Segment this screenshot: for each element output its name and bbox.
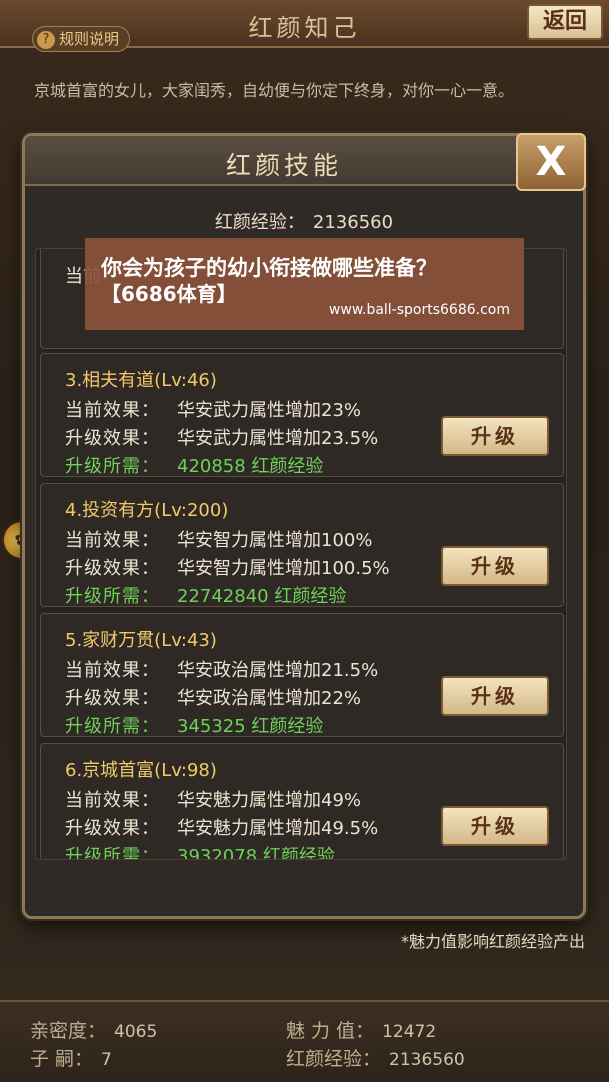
current-effect-label: 当前效果：	[65, 530, 160, 551]
upgrade-button[interactable]: 升级	[441, 676, 549, 716]
upgrade-button[interactable]: 升级	[441, 546, 549, 586]
next-effect-value: 华安智力属性增加100.5%	[177, 558, 390, 579]
skill-card: 3.相夫有道(Lv:46) 当前效果： 华安武力属性增加23% 升级效果： 华安武力…	[40, 353, 564, 477]
requirement-value: 345325 红颜经验	[177, 716, 324, 737]
charm-stat: 魅 力 值： 12472	[286, 1016, 436, 1043]
rules-button[interactable]: ? 规则说明	[32, 26, 131, 52]
requirement-label: 升级所需：	[65, 846, 160, 860]
next-effect-label: 升级效果：	[65, 428, 160, 449]
requirement-row: 升级所需： 420858 红颜经验	[65, 452, 323, 478]
current-effect-label: 当前效果：	[65, 790, 160, 811]
close-button[interactable]: X	[516, 133, 586, 191]
next-effect-label: 升级效果：	[65, 818, 160, 839]
question-icon: ?	[37, 31, 55, 49]
children-stat: 子 嗣： 7	[30, 1044, 112, 1071]
intimacy-label: 亲密度：	[30, 1020, 107, 1042]
next-effect-value: 华安魅力属性增加49.5%	[177, 818, 379, 839]
skill-title: 4.投资有方(Lv:200)	[65, 500, 229, 521]
requirement-value: 22742840 红颜经验	[177, 586, 347, 607]
dialog-exp-value: 2136560	[312, 212, 394, 233]
dialog-title: 红颜技能	[225, 151, 342, 180]
current-effect-value: 华安武力属性增加23%	[177, 400, 362, 421]
skill-card: 5.家财万贯(Lv:43) 当前效果： 华安政治属性增加21.5% 升级效果： 华安…	[40, 613, 564, 737]
exp-label: 红颜经验：	[286, 1048, 382, 1070]
rules-label: 规则说明	[59, 30, 120, 48]
skill-title: 5.家财万贯(Lv:43)	[65, 630, 217, 651]
requirement-label: 升级所需：	[65, 586, 160, 607]
intimacy-stat: 亲密度： 4065	[30, 1016, 157, 1043]
next-effect-label: 升级效果：	[65, 558, 160, 579]
next-effect-value: 华安政治属性增加22%	[177, 688, 362, 709]
upgrade-button[interactable]: 升级	[441, 806, 549, 846]
charm-label: 魅 力 值：	[286, 1020, 375, 1042]
requirement-label: 升级所需：	[65, 716, 160, 737]
current-effect-value: 华安智力属性增加100%	[177, 530, 373, 551]
skill-list[interactable]: 当前 3.相夫有道(Lv:46) 当前效果： 华安武力属性增加23% 升级效果：华…	[35, 248, 567, 860]
requirement-label: 升级所需：	[65, 456, 160, 477]
character-bio: 京城首富的女儿，大家闺秀，自幼便与你定下终身，对你一心一意。	[34, 81, 515, 100]
back-button[interactable]: 返回	[527, 4, 603, 40]
skill-title: 3.相夫有道(Lv:46)	[65, 370, 217, 391]
dialog-header: 红颜技能	[25, 136, 583, 186]
skill-title: 6.京城首富(Lv:98)	[65, 760, 217, 781]
next-effect-row: 升级效果： 华安武力属性增加23.5%	[65, 424, 378, 450]
upgrade-button[interactable]: 升级	[441, 416, 549, 456]
skill-card: 6.京城首富(Lv:98) 当前效果： 华安魅力属性增加49% 升级效果： 华安魅力…	[40, 743, 564, 860]
next-effect-row: 升级效果： 华安政治属性增加22%	[65, 684, 361, 710]
current-effect-row: 当前效果： 华安政治属性增加21.5%	[65, 656, 378, 682]
skill-card: 4.投资有方(Lv:200) 当前效果： 华安智力属性增加100% 升级效果： 华安…	[40, 483, 564, 607]
current-effect-value: 华安政治属性增加21.5%	[177, 660, 379, 681]
children-value: 7	[101, 1050, 112, 1070]
requirement-row: 升级所需： 22742840 红颜经验	[65, 582, 346, 608]
current-effect-value: 华安魅力属性增加49%	[177, 790, 362, 811]
ad-brand: 【6686体育】	[101, 282, 237, 306]
requirement-value: 3932078 红颜经验	[177, 846, 335, 860]
current-effect-row: 当前效果： 华安魅力属性增加49%	[65, 786, 361, 812]
dialog-exp: 红颜经验： 2136560	[25, 208, 583, 234]
charm-footnote: *魅力值影响红颜经验产出	[400, 932, 585, 951]
current-effect-row: 当前效果： 华安智力属性增加100%	[65, 526, 372, 552]
current-effect-label: 当前效果：	[65, 400, 160, 421]
current-effect-label: 当前效果：	[65, 660, 160, 681]
charm-value: 12472	[382, 1022, 437, 1042]
ad-banner[interactable]: 你会为孩子的幼小衔接做哪些准备？ 【6686体育】 www.ball-sport…	[85, 238, 524, 330]
exp-stat: 红颜经验： 2136560	[286, 1044, 465, 1071]
next-effect-row: 升级效果： 华安魅力属性增加49.5%	[65, 814, 378, 840]
exp-value: 2136560	[389, 1050, 465, 1070]
requirement-value: 420858 红颜经验	[177, 456, 324, 477]
ad-url: www.ball-sports6686.com	[328, 302, 510, 318]
children-label: 子 嗣：	[30, 1048, 94, 1070]
requirement-row: 升级所需： 3932078 红颜经验	[65, 842, 335, 860]
requirement-row: 升级所需： 345325 红颜经验	[65, 712, 323, 738]
current-effect-row: 当前效果： 华安武力属性增加23%	[65, 396, 361, 422]
stats-panel: 亲密度： 4065 子 嗣： 7 魅 力 值： 12472 红颜经验： 2136560	[0, 1000, 609, 1082]
next-effect-row: 升级效果： 华安智力属性增加100.5%	[65, 554, 390, 580]
next-effect-label: 升级效果：	[65, 688, 160, 709]
next-effect-value: 华安武力属性增加23.5%	[177, 428, 379, 449]
intimacy-value: 4065	[114, 1022, 158, 1042]
dialog-exp-label: 红颜经验：	[214, 212, 305, 233]
